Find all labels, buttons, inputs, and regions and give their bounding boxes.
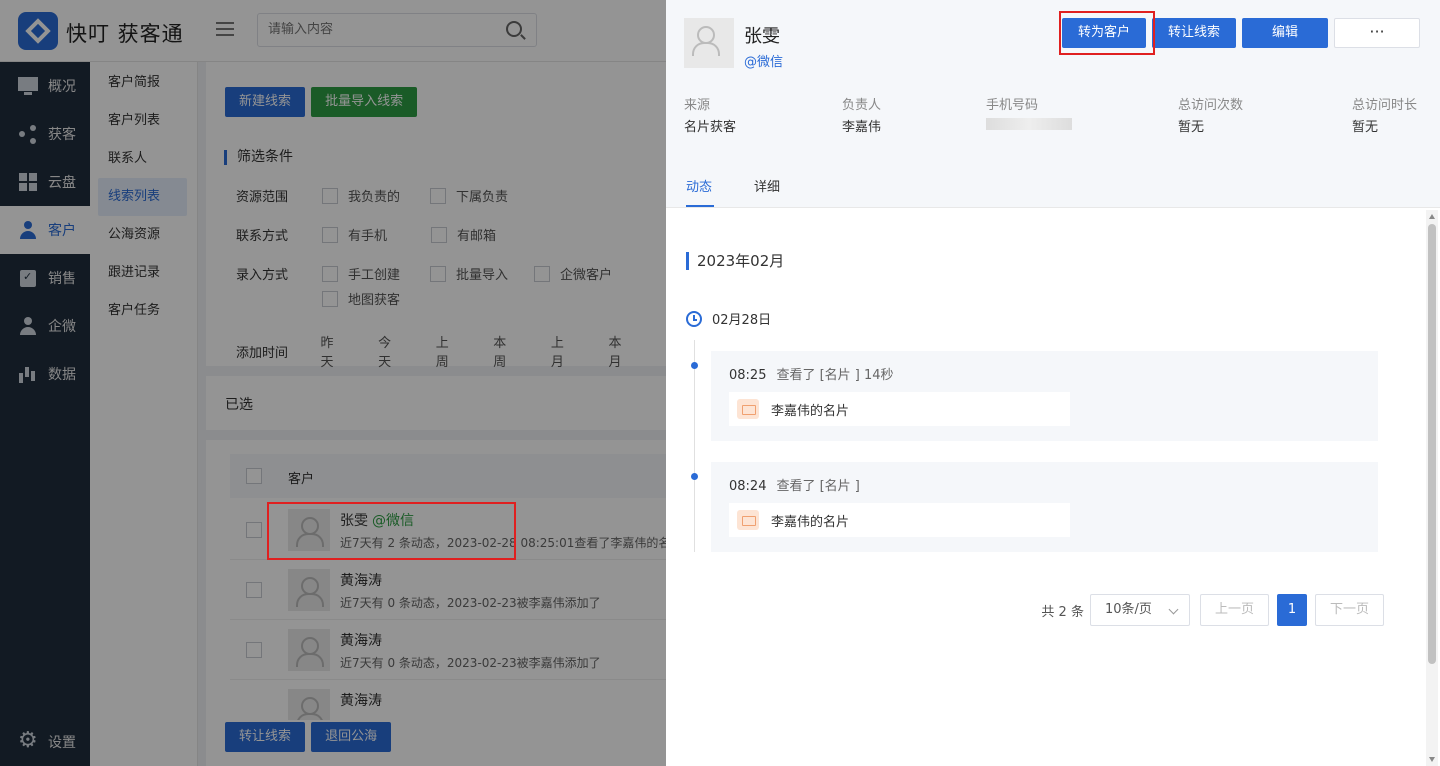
lead-name: 张雯 [744, 26, 780, 47]
timeline-event: 08:24 查看了 [名片 ] 李嘉伟的名片 [711, 462, 1378, 552]
timeline-event: 08:25 查看了 [名片 ] 14秒 李嘉伟的名片 [711, 351, 1378, 441]
overlay-mask[interactable] [0, 0, 666, 766]
day-heading: 02月28日 [686, 309, 771, 328]
tab-indicator [686, 205, 714, 207]
card-link[interactable]: 李嘉伟的名片 [729, 503, 1070, 537]
card-icon [737, 399, 759, 419]
highlight-box-row [267, 502, 516, 560]
drawer-header: 张雯 @微信 转为客户 转让线索 编辑 ··· 来源 名片获客 负责人 李嘉伟 手机… [666, 0, 1440, 160]
wechat-tag: @微信 [744, 55, 784, 70]
clock-icon [686, 310, 702, 327]
page-size-select[interactable]: 10条/页 [1089, 594, 1190, 626]
edit-button[interactable]: 编辑 [1242, 18, 1328, 48]
scrollbar[interactable] [1426, 210, 1438, 766]
month-heading: 2023年02月 [686, 252, 784, 270]
timeline-dot [691, 473, 698, 480]
timeline-line [694, 340, 695, 552]
drawer-tabs: 动态 详细 [666, 160, 1440, 208]
info-owner: 负责人 李嘉伟 [842, 98, 882, 135]
lead-detail-drawer: 张雯 @微信 转为客户 转让线索 编辑 ··· 来源 名片获客 负责人 李嘉伟 手机… [666, 0, 1440, 766]
more-button[interactable]: ··· [1334, 18, 1420, 48]
card-icon [737, 510, 759, 530]
info-visit-duration: 总访问时长 暂无 [1352, 98, 1418, 135]
page-number-1[interactable]: 1 [1276, 594, 1307, 626]
next-page-button[interactable]: 下一页 [1314, 594, 1384, 626]
total-count: 共 2 条 [1041, 604, 1084, 620]
info-phone: 手机号码 [986, 94, 1072, 131]
card-link[interactable]: 李嘉伟的名片 [729, 392, 1070, 426]
info-visit-count: 总访问次数 暂无 [1178, 98, 1244, 135]
tab-detail[interactable]: 详细 [754, 176, 780, 195]
avatar [684, 18, 734, 68]
highlight-box-convert [1059, 11, 1155, 55]
tab-activity[interactable]: 动态 [686, 176, 712, 195]
masked-phone [986, 117, 1072, 130]
info-source: 来源 名片获客 [684, 98, 737, 135]
pagination: 共 2 条 10条/页 上一页 1 下一页 [1041, 594, 1388, 626]
timeline-dot [691, 362, 698, 369]
transfer-lead-button[interactable]: 转让线索 [1152, 18, 1236, 48]
prev-page-button[interactable]: 上一页 [1199, 594, 1269, 626]
